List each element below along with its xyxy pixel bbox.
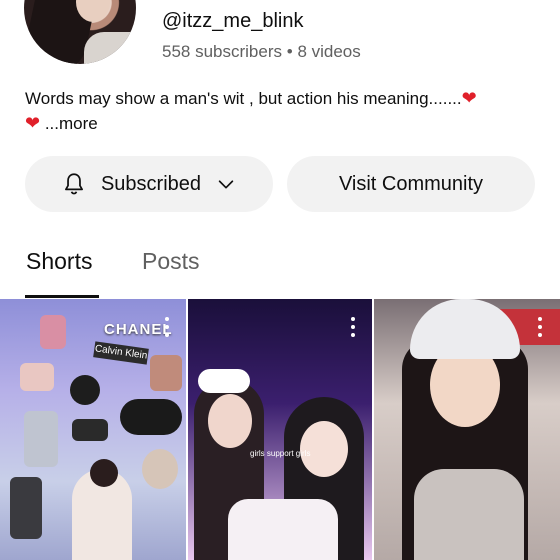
visit-community-button[interactable]: Visit Community: [287, 156, 535, 212]
description-more-link[interactable]: ...more: [45, 114, 98, 133]
channel-avatar[interactable]: [24, 0, 136, 64]
calvin-klein-tag: Calvin Klein: [93, 341, 149, 365]
channel-description[interactable]: Words may show a man's wit , but action …: [25, 86, 525, 136]
sticker-item: [72, 419, 108, 441]
channel-tabs: Shorts Posts: [0, 240, 560, 298]
tab-selected-indicator: [25, 295, 99, 298]
short-thumbnail[interactable]: CHANEL Calvin Klein: [0, 299, 186, 560]
short-thumbnail[interactable]: [374, 299, 560, 560]
avatar-shirt: [84, 32, 136, 64]
video-count: 8 videos: [297, 42, 361, 61]
thumbnail-pillow: [228, 499, 338, 560]
tab-posts[interactable]: Posts: [142, 248, 200, 275]
sticker-item: [40, 315, 66, 349]
sticker-item: [24, 411, 58, 467]
shorts-grid: CHANEL Calvin Klein girls support girls: [0, 299, 560, 560]
short-thumbnail[interactable]: girls support girls: [188, 299, 372, 560]
hair-bow: [198, 369, 250, 393]
sticker-item: [70, 375, 100, 405]
more-vert-icon[interactable]: [351, 317, 357, 337]
sticker-item: [10, 477, 42, 539]
thumbnail-overlay-text: girls support girls: [250, 449, 311, 458]
sticker-car: [120, 399, 182, 435]
thumbnail-overlay-text: CHANEL: [104, 321, 173, 338]
thumbnail-person-hair: [90, 459, 118, 487]
sticker-item: [150, 355, 182, 391]
tab-shorts[interactable]: Shorts: [26, 248, 92, 275]
meta-separator: •: [286, 42, 293, 61]
more-vert-icon[interactable]: [165, 317, 171, 337]
channel-handle: @itzz_me_blink: [162, 10, 304, 32]
description-text: Words may show a man's wit , but action …: [25, 89, 462, 108]
subscribed-label: Subscribed: [100, 172, 202, 195]
subscriber-count: 558 subscribers: [162, 42, 283, 61]
heart-icon: ❤: [25, 113, 41, 133]
thumbnail-coat: [414, 469, 524, 560]
subscribed-button[interactable]: Subscribed: [25, 156, 273, 212]
visit-community-label: Visit Community: [338, 172, 484, 195]
channel-meta: 558 subscribers • 8 videos: [162, 42, 361, 62]
thumbnail-person-face: [208, 394, 252, 448]
more-vert-icon[interactable]: [538, 317, 544, 337]
sticker-item: [142, 449, 178, 489]
heart-icon: ❤: [461, 88, 477, 108]
bell-icon: [64, 173, 83, 195]
thumbnail-beanie: [410, 299, 520, 359]
sticker-item: [20, 363, 54, 391]
chevron-down-icon: [218, 180, 234, 189]
